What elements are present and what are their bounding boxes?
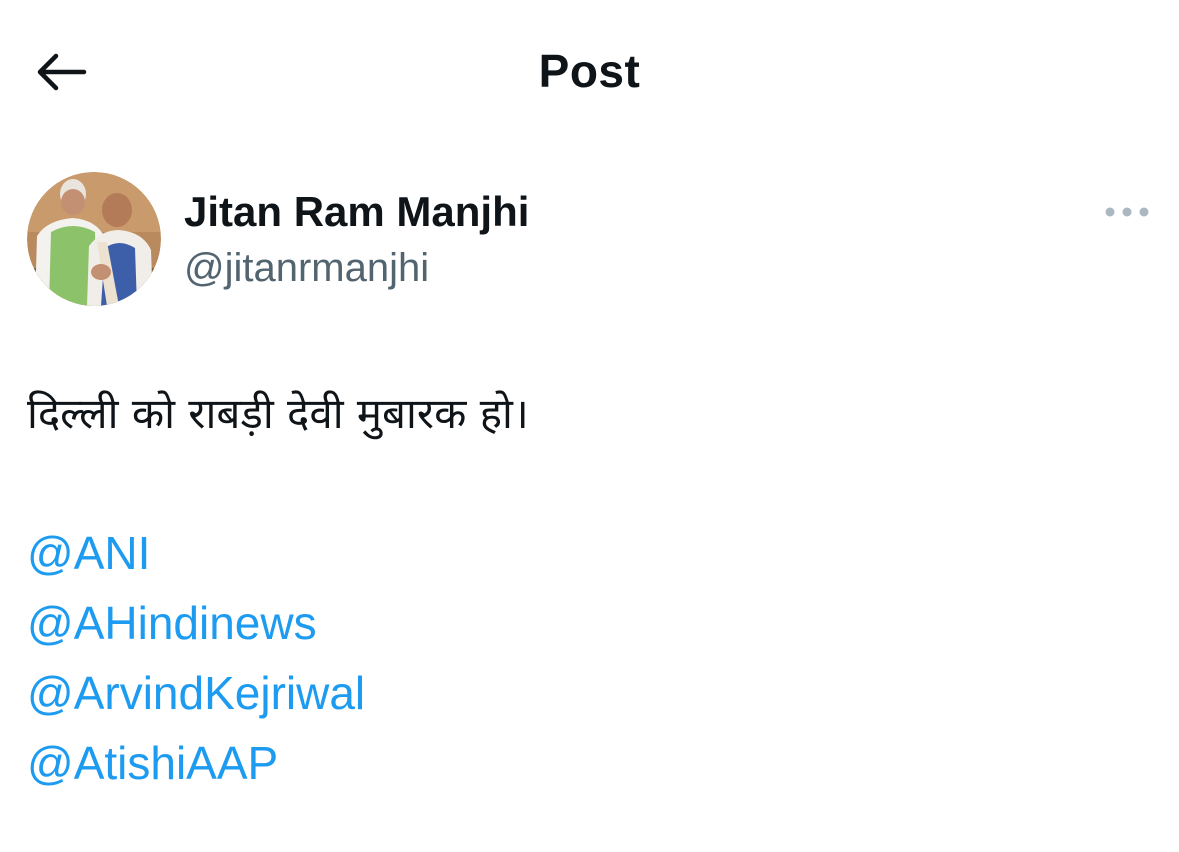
more-horizontal-icon — [1105, 207, 1149, 217]
avatar[interactable] — [27, 172, 161, 306]
mention-link[interactable]: @ArvindKejriwal — [27, 663, 365, 733]
mention-link[interactable]: @ANI — [27, 523, 365, 593]
mention-link[interactable]: @AtishiAAP — [27, 733, 365, 803]
post-text: दिल्ली को राबड़ी देवी मुबारक हो। — [27, 389, 529, 438]
author-handle[interactable]: @jitanrmanjhi — [184, 246, 429, 291]
mention-link[interactable]: @AHindinews — [27, 593, 365, 663]
post-author: Jitan Ram Manjhi @jitanrmanjhi — [27, 172, 1157, 306]
top-bar: Post — [0, 0, 1179, 140]
more-options-button[interactable] — [1097, 192, 1157, 232]
post-mentions: @ANI @AHindinews @ArvindKejriwal @Atishi… — [27, 523, 365, 803]
author-display-name[interactable]: Jitan Ram Manjhi — [184, 188, 529, 236]
page-title: Post — [538, 45, 641, 97]
